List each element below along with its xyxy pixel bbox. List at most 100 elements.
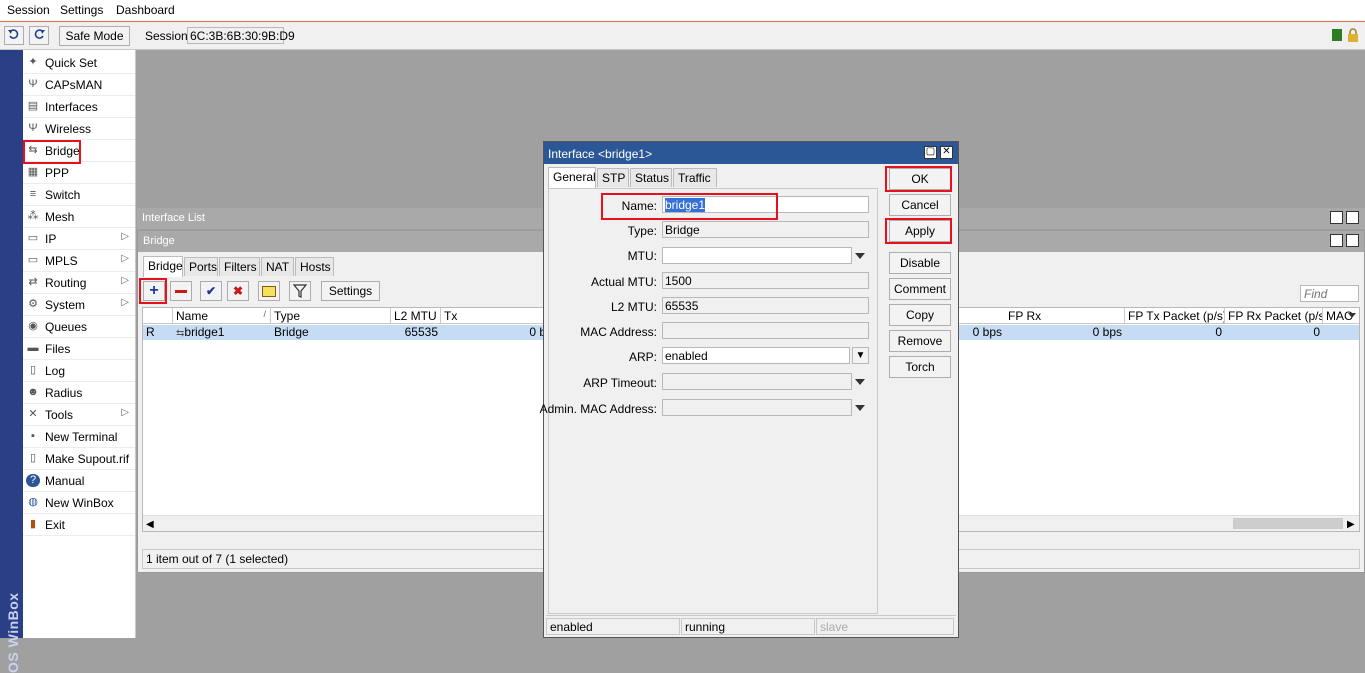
redo-icon[interactable] (29, 26, 49, 45)
sidebar-item-label: Make Supout.rif (45, 452, 130, 466)
col-mac[interactable]: MAC (1323, 308, 1359, 324)
sidebar-item-files[interactable]: ▬ Files (23, 338, 135, 360)
arp-select[interactable]: enabled (662, 347, 850, 364)
dialog-statusbar: enabled running slave (546, 615, 956, 636)
remove-icon[interactable] (170, 281, 192, 301)
toolbar: Safe Mode Session: 6C:3B:6B:30:9B:D9 (0, 22, 1365, 50)
queues-icon: ◉ (28, 320, 38, 332)
maximize-icon[interactable]: ▢ (1330, 234, 1343, 247)
col-fp-rx-packet[interactable]: FP Rx Packet (p/s) (1225, 308, 1323, 324)
disable-x-icon[interactable]: ✖ (227, 281, 249, 301)
remove-button[interactable]: Remove (889, 330, 951, 352)
col-type[interactable]: Type (271, 308, 391, 324)
tab-filters[interactable]: Filters (219, 257, 260, 276)
mtu-dropdown-icon[interactable] (855, 253, 865, 259)
sidebar-item-mpls[interactable]: ▭ MPLS ▷ (23, 250, 135, 272)
sidebar-item-wireless[interactable]: Ψ Wireless (23, 118, 135, 140)
cancel-button[interactable]: Cancel (889, 194, 951, 216)
wand-icon: ✦ (28, 56, 38, 68)
users-icon: ☻ (27, 386, 39, 398)
sidebar-item-new-winbox[interactable]: ◍ New WinBox (23, 492, 135, 514)
tab-ports[interactable]: Ports (184, 257, 218, 276)
filter-icon[interactable] (289, 281, 311, 301)
tab-nat[interactable]: NAT (261, 257, 294, 276)
torch-button[interactable]: Torch (889, 356, 951, 378)
status-square-icon (1332, 29, 1342, 41)
menu-dashboard[interactable]: Dashboard (116, 3, 175, 17)
sidebar-item-new-terminal[interactable]: ▪ New Terminal (23, 426, 135, 448)
col-tx[interactable]: Tx (441, 308, 551, 324)
row-flag: R (146, 325, 155, 339)
menu-session[interactable]: Session (7, 3, 50, 17)
settings-button[interactable]: Settings (321, 281, 380, 301)
sidebar-item-mesh[interactable]: ⁂ Mesh (23, 206, 135, 228)
sidebar-item-label: Files (45, 342, 71, 356)
submenu-arrow-icon: ▷ (121, 297, 129, 308)
item-count: 1 item out of 7 (1 selected) (146, 552, 289, 566)
mtu-input[interactable] (662, 247, 852, 264)
col-l2mtu[interactable]: L2 MTU (391, 308, 441, 324)
sidebar-item-make-supout-rif[interactable]: ▯ Make Supout.rif (23, 448, 135, 470)
tab-hosts[interactable]: Hosts (295, 257, 334, 276)
sidebar-item-ip[interactable]: ▭ IP ▷ (23, 228, 135, 250)
admin-mac-dropdown-icon[interactable] (855, 405, 865, 411)
close-icon[interactable]: ✕ (1346, 211, 1359, 224)
find-input[interactable] (1300, 285, 1359, 302)
scroll-left-icon[interactable]: ◀ (146, 519, 154, 530)
scroll-right-icon[interactable]: ▶ (1347, 519, 1355, 530)
arp-timeout-dropdown-icon[interactable] (855, 379, 865, 385)
status-enabled: enabled (546, 618, 680, 635)
submenu-arrow-icon: ▷ (121, 407, 129, 418)
arp-dropdown-icon[interactable]: ▼ (852, 347, 869, 364)
sidebar-item-label: MPLS (45, 254, 78, 268)
sidebar-item-radius[interactable]: ☻ Radius (23, 382, 135, 404)
admin-mac-input[interactable] (662, 399, 852, 416)
enable-check-icon[interactable]: ✔ (200, 281, 222, 301)
folder-icon: ▬ (27, 342, 39, 354)
comment-button[interactable]: Comment (889, 278, 951, 300)
sidebar-item-switch[interactable]: ≡ Switch (23, 184, 135, 206)
tab-traffic[interactable]: Traffic (673, 168, 717, 187)
sidebar-item-label: PPP (45, 166, 70, 180)
copy-button[interactable]: Copy (889, 304, 951, 326)
gear-icon: ⚙ (28, 298, 38, 310)
sidebar-item-log[interactable]: ▯ Log (23, 360, 135, 382)
comment-icon[interactable] (258, 281, 280, 301)
col-fp-rx[interactable]: FP Rx (1005, 308, 1125, 324)
sidebar-item-label: Interfaces (45, 100, 98, 114)
disable-button[interactable]: Disable (889, 252, 951, 274)
col-name[interactable]: Name / (173, 308, 271, 324)
sidebar-item-manual[interactable]: ? Manual (23, 470, 135, 492)
submenu-arrow-icon: ▷ (121, 231, 129, 242)
sidebar-item-routing[interactable]: ⇄ Routing ▷ (23, 272, 135, 294)
arp-timeout-input[interactable] (662, 373, 852, 390)
antenna-icon: Ψ (28, 78, 38, 90)
scrollbar-thumb[interactable] (1233, 518, 1343, 529)
sidebar-item-label: System (45, 298, 86, 312)
sidebar-item-system[interactable]: ⚙ System ▷ (23, 294, 135, 316)
sidebar-item-queues[interactable]: ◉ Queues (23, 316, 135, 338)
type-value: Bridge (662, 221, 869, 238)
menu-settings[interactable]: Settings (60, 3, 103, 17)
tab-bridge[interactable]: Bridge (143, 256, 183, 277)
row-tx: 0 b (529, 325, 546, 339)
row-fp-rx-packet: 0 (1313, 325, 1320, 339)
maximize-icon[interactable]: ▢ (924, 146, 937, 159)
sidebar-item-label: New WinBox (45, 496, 114, 510)
tools-icon: ✕ (28, 408, 38, 420)
undo-icon[interactable] (4, 26, 24, 45)
maximize-icon[interactable]: ▢ (1330, 211, 1343, 224)
sidebar-item-tools[interactable]: ✕ Tools ▷ (23, 404, 135, 426)
safe-mode-button[interactable]: Safe Mode (59, 26, 130, 46)
antenna-icon: Ψ (28, 122, 38, 134)
sidebar-item-exit[interactable]: ▮ Exit (23, 514, 135, 536)
col-fp-tx-packet[interactable]: FP Tx Packet (p/s) (1125, 308, 1225, 324)
close-icon[interactable]: ✕ (940, 146, 953, 159)
sidebar-item-quick-set[interactable]: ✦ Quick Set (23, 52, 135, 74)
sidebar-item-label: CAPsMAN (45, 78, 103, 92)
close-icon[interactable]: ✕ (1346, 234, 1359, 247)
sidebar-item-ppp[interactable]: ▦ PPP (23, 162, 135, 184)
row-name: ⇆bridge1 (176, 325, 225, 339)
sidebar-item-interfaces[interactable]: ▤ Interfaces (23, 96, 135, 118)
sidebar-item-capsman[interactable]: Ψ CAPsMAN (23, 74, 135, 96)
